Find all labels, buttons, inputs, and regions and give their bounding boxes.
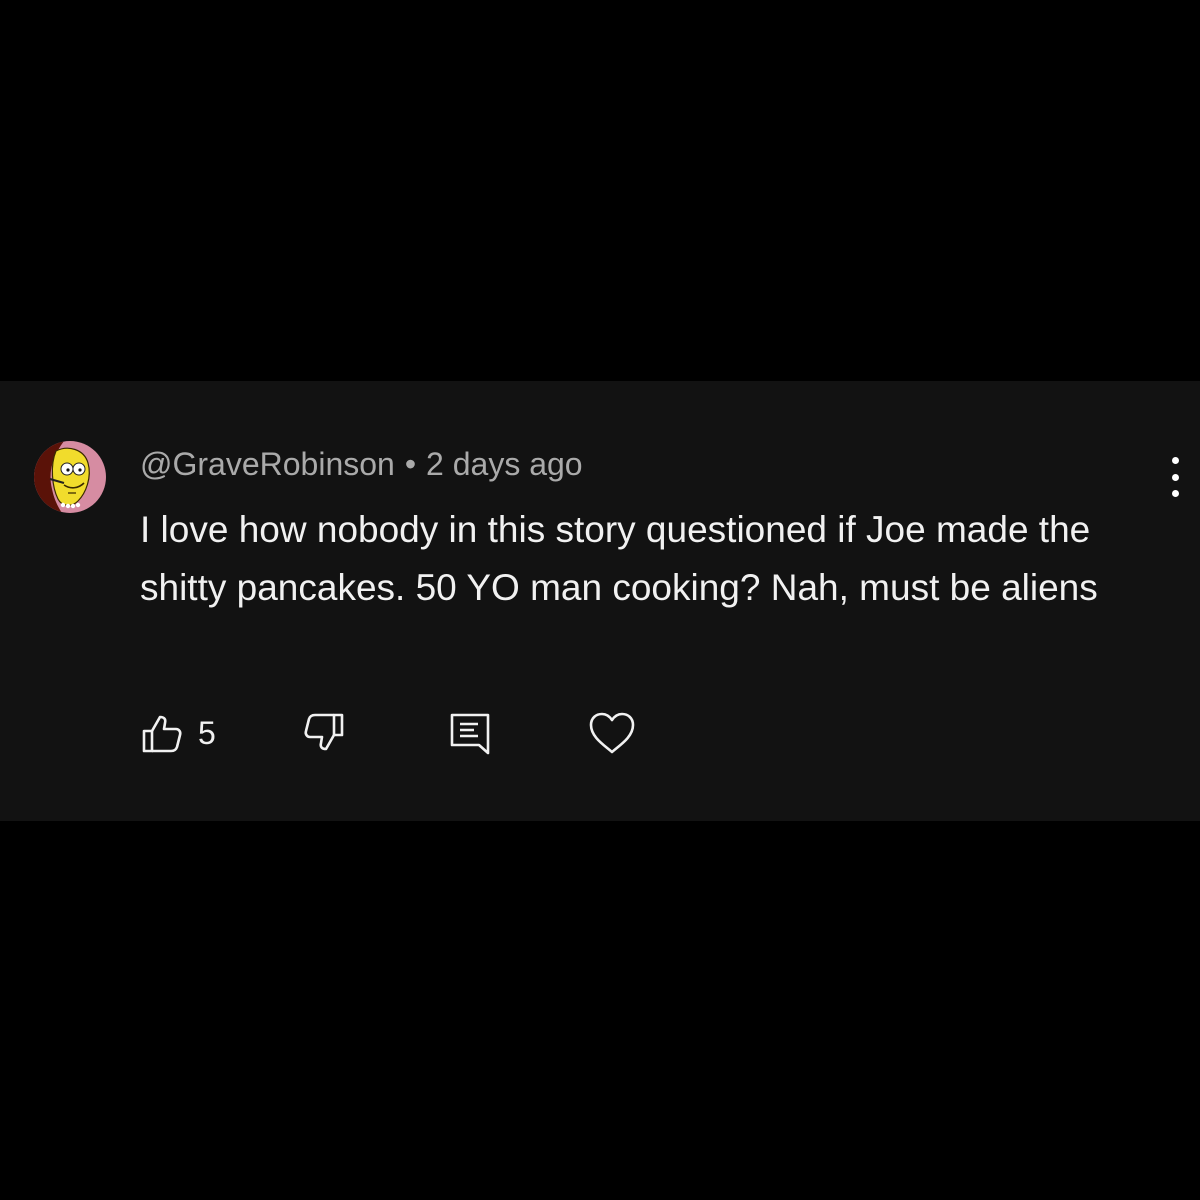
- dislike-button[interactable]: [302, 711, 346, 755]
- avatar[interactable]: [34, 441, 106, 513]
- more-options-button[interactable]: [1164, 457, 1186, 497]
- separator-dot: •: [404, 446, 417, 482]
- heart-icon: [589, 712, 635, 754]
- comment-text: I love how nobody in this story question…: [140, 509, 1098, 608]
- reply-button[interactable]: [448, 711, 492, 755]
- like-count: 5: [198, 714, 216, 751]
- comment-header: @GraveRobinson • 2 days ago: [140, 445, 583, 483]
- thumbs-up-icon: [142, 715, 182, 753]
- page: @GraveRobinson • 2 days ago I love how nob…: [0, 0, 1200, 1200]
- like-button[interactable]: 5: [140, 711, 216, 755]
- username-link[interactable]: @GraveRobinson: [140, 446, 395, 482]
- reply-comment-icon: [450, 713, 490, 755]
- more-vertical-icon: [1171, 457, 1179, 464]
- timestamp[interactable]: 2 days ago: [426, 446, 583, 482]
- comment-card: @GraveRobinson • 2 days ago I love how nob…: [0, 381, 1200, 821]
- heart-button[interactable]: [588, 711, 636, 755]
- thumbs-down-icon: [304, 713, 344, 751]
